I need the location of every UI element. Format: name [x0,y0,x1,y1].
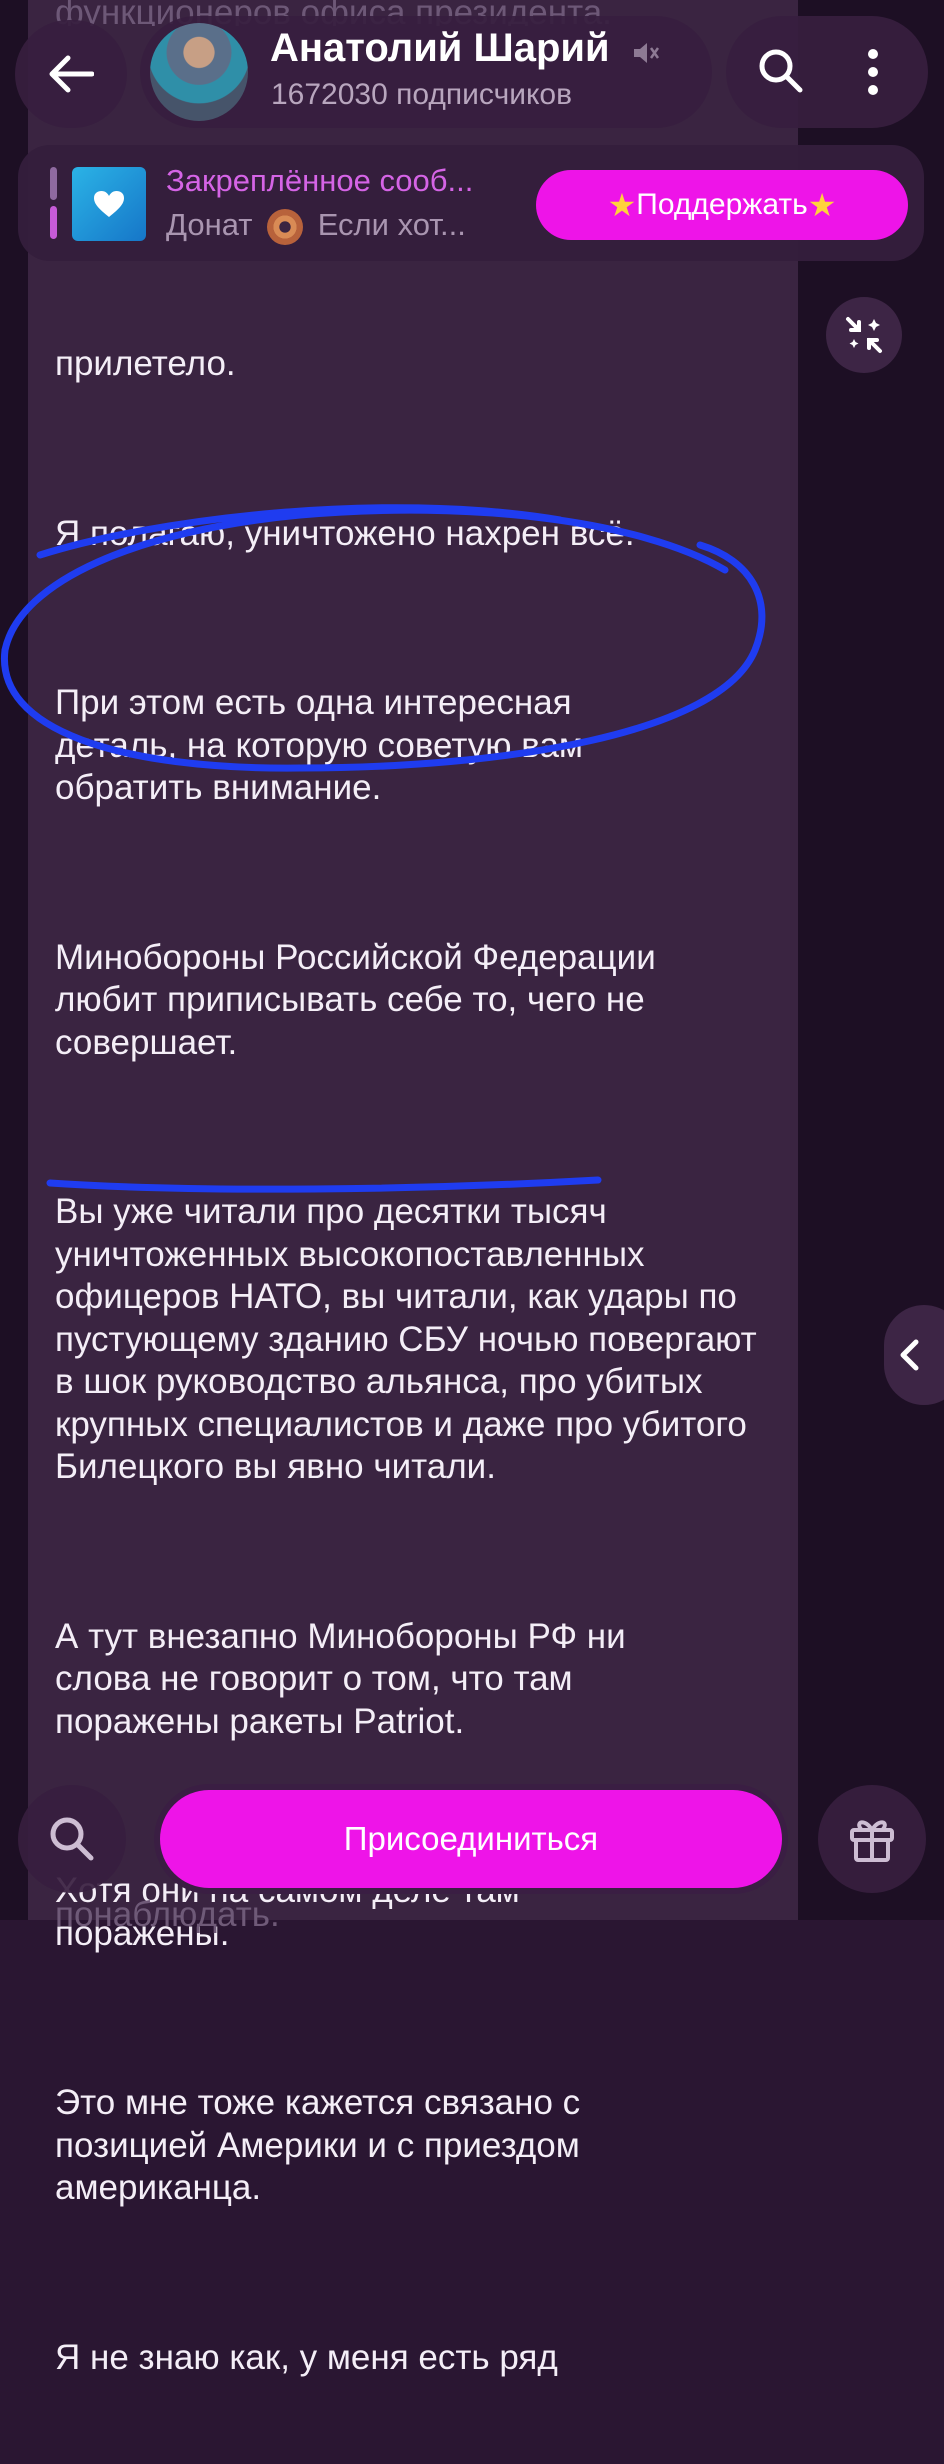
message-paragraph: Я полагаю, уничтожено нахрен всё. [55,513,635,553]
channel-name: Анатолий Шарий [270,26,610,70]
side-panel-toggle[interactable] [884,1305,944,1405]
message-paragraph: Я не знаю как, у меня есть ряд [55,2337,558,2377]
pinned-preview-prefix: Донат [166,207,253,242]
message-text: прилетело. Я полагаю, уничтожено нахрен … [55,258,775,2464]
channel-info[interactable]: Анатолий Шарий 1672030 подписчиков [140,16,712,128]
support-button[interactable]: ★ Поддержать ★ [536,170,908,240]
message-bottom-partial: понаблюдать. [55,1895,280,1934]
star-icon: ★ [607,187,637,223]
chat-header: Анатолий Шарий 1672030 подписчиков [0,0,944,140]
chat-background-left [0,0,28,1920]
bottom-search-button[interactable] [18,1785,126,1893]
star-icon: ★ [807,187,837,223]
support-button-label: Поддержать [636,188,808,221]
message-paragraph: При этом есть одна интересная деталь, на… [55,683,593,807]
header-actions [726,16,928,128]
collapse-button[interactable] [826,297,902,373]
collapse-icon [846,317,882,353]
message-paragraph: А тут внезапно Минобороны РФ ни слова не… [55,1616,636,1741]
search-icon [50,1817,94,1861]
message-paragraph: прилетело. [55,344,236,383]
message-paragraph: Вы уже читали про десятки тысяч уничтоже… [55,1192,767,1486]
join-button[interactable]: Присоединиться [160,1790,782,1888]
search-icon[interactable] [756,46,806,96]
chevron-left-icon [900,1339,919,1371]
pinned-indicator [50,167,57,239]
pinned-title: Закреплённое сооб... [166,163,474,198]
muted-speaker-icon [634,43,660,63]
avatar[interactable] [150,23,248,121]
pinned-preview: Донат Если хот... [166,207,466,245]
more-vertical-icon[interactable] [866,48,880,96]
back-button[interactable] [15,20,127,128]
message-paragraph: Минобороны Российской Федерации любит пр… [55,937,666,1062]
join-button-frame: Присоединиться [154,1784,788,1894]
pinned-preview-suffix: Если хот... [317,207,466,242]
gift-icon [850,1820,894,1862]
donut-emoji-icon [267,208,304,245]
chat-background-right [798,0,944,1920]
pinned-thumbnail [72,167,146,241]
gift-button[interactable] [818,1785,926,1893]
pinned-message-bar[interactable]: Закреплённое сооб... Донат Если хот... ★… [18,145,924,261]
subscriber-count: 1672030 подписчиков [271,78,573,111]
heart-icon [94,191,124,217]
arrow-left-icon [49,55,94,93]
message-paragraph: Это мне тоже кажется связано с позицией … [55,2083,590,2207]
